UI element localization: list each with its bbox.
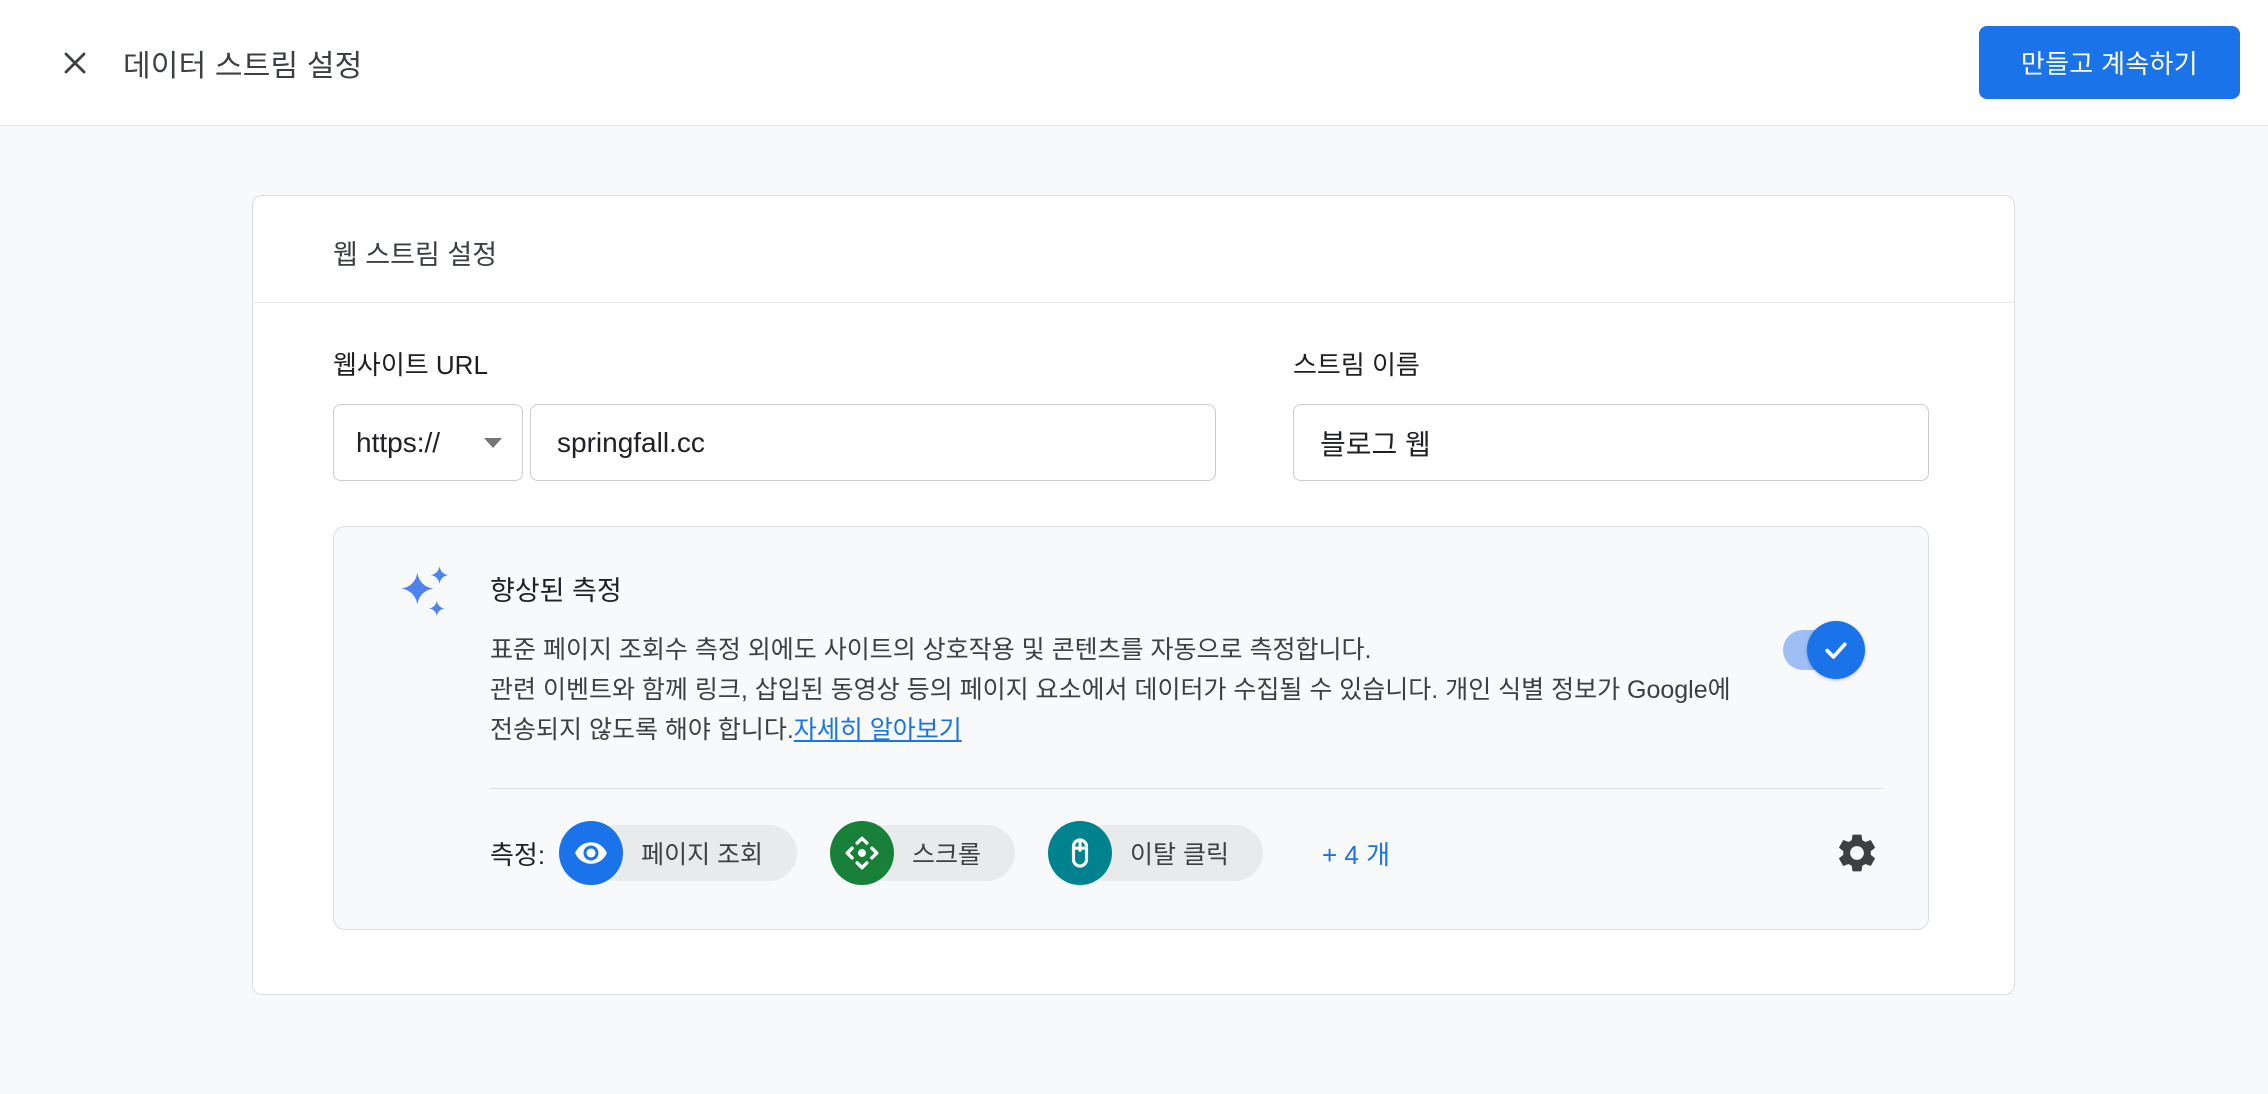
chevron-down-icon [484,438,502,448]
stream-name-label: 스트림 이름 [1293,345,1929,382]
chip-page-views: 페이지 조회 [559,821,797,885]
measurement-chips-row: 측정: 페이지 조회 [490,821,1883,885]
top-bar: 데이터 스트림 설정 만들고 계속하기 [0,0,2268,126]
enhanced-measurement-description: 표준 페이지 조회수 측정 외에도 사이트의 상호작용 및 콘텐츠를 자동으로 … [490,630,1745,750]
more-measurements-link[interactable]: + 4 개 [1322,835,1390,872]
card-title: 웹 스트림 설정 [253,196,2014,303]
card-body: 웹사이트 URL https:// 스트림 이름 [253,303,2014,994]
protocol-value: https:// [356,427,440,459]
close-icon[interactable] [57,45,93,81]
chip-outbound-clicks: 이탈 클릭 [1048,821,1263,885]
learn-more-link[interactable]: 자세히 알아보기 [794,716,962,744]
description-line-1: 표준 페이지 조회수 측정 외에도 사이트의 상호작용 및 콘텐츠를 자동으로 … [490,630,1745,670]
stream-form-row: 웹사이트 URL https:// 스트림 이름 [333,345,1929,481]
website-url-label: 웹사이트 URL [333,345,1216,382]
enhanced-measurement-toggle[interactable] [1783,630,1853,670]
gear-icon[interactable] [1831,827,1883,879]
stream-name-group: 스트림 이름 [1293,345,1929,481]
enhanced-measurement-content: 향상된 측정 표준 페이지 조회수 측정 외에도 사이트의 상호작용 및 콘텐츠… [490,563,1883,885]
toggle-check-icon [1807,621,1865,679]
measure-label: 측정: [490,835,545,872]
chip-scrolls: 스크롤 [830,821,1015,885]
page-content: 웹 스트림 설정 웹사이트 URL https:// 스트림 이름 [0,126,2268,995]
page-title: 데이터 스트림 설정 [123,41,362,85]
protocol-dropdown[interactable]: https:// [333,404,523,481]
scroll-icon [830,821,894,885]
sparkle-icon [400,563,490,885]
website-url-input[interactable] [530,404,1216,481]
description-line-2: 관련 이벤트와 함께 링크, 삽입된 동영상 등의 페이지 요소에서 데이터가 … [490,670,1745,750]
eye-icon [559,821,623,885]
create-and-continue-button[interactable]: 만들고 계속하기 [1979,26,2240,99]
enhanced-measurement-box: 향상된 측정 표준 페이지 조회수 측정 외에도 사이트의 상호작용 및 콘텐츠… [333,526,1929,930]
stream-name-input[interactable] [1293,404,1929,481]
website-url-group: 웹사이트 URL https:// [333,345,1216,481]
mouse-icon [1048,821,1112,885]
enhanced-measurement-title: 향상된 측정 [490,563,1883,608]
web-stream-card: 웹 스트림 설정 웹사이트 URL https:// 스트림 이름 [252,195,2015,995]
divider [490,788,1883,789]
